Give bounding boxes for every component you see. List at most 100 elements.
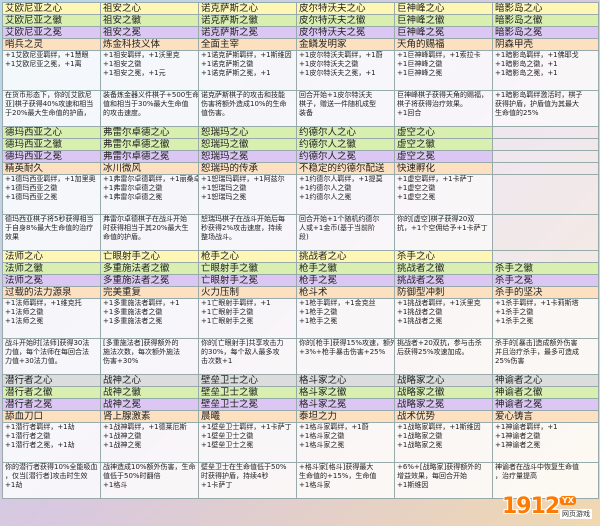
cell-line: 获得护盾，护盾值为其最大 — [495, 99, 579, 108]
desc-cell: 回合开始+1皮尔特沃夫 棋子，赠送一件随机成型 装备 — [296, 90, 395, 127]
trait-name: 全面主宰 — [198, 38, 297, 51]
item-name: 虚空之徽 — [394, 138, 493, 151]
desc-cell: 在货币形态下，你的[艾欧尼 亚]棋子获得40%攻速和相当 于20%最大生命值的护盾， — [2, 90, 101, 127]
logo-subtitle: 网页游戏 — [560, 509, 592, 519]
item-name: 战神之徽 — [100, 386, 199, 399]
stats-cell: +1巨神峰羁绊，+1索拉卡 +1巨神峰之徽 +1巨神峰之冕 — [394, 50, 493, 91]
cell-line: +1潜行者之冕，+1劫 — [5, 440, 75, 449]
trait-name: 火力压制 — [198, 286, 297, 299]
cell-line: +1格斗家 — [299, 480, 331, 489]
desc-cell: 战斗开始时[法师]获得30法 力值，每个法师在每回合法 力值+30法力值。 — [2, 338, 101, 375]
cell-line: +1弗雷尔卓德之徽 — [103, 183, 163, 192]
item-name: 约德尔人之冕 — [296, 150, 395, 163]
trait-name: 不稳定的约德尔配送 — [296, 162, 395, 175]
cell-line: 抗，+1个空佣给予+1卡萨丁 — [397, 223, 488, 232]
cell-line: +1挑战者之徽 — [397, 307, 443, 316]
cell-line: 整场战斗。 — [201, 232, 236, 241]
cell-line: +1潜行者羁绊，+1劫 — [5, 423, 75, 432]
trait-name: 恕瑞玛的传承 — [198, 162, 297, 175]
item-name — [492, 126, 599, 139]
trait-name: 完美重复 — [100, 286, 199, 299]
cell-line: +1巨神峰之徽 — [397, 59, 443, 68]
table-row-stats: +1法师羁绊，+1维克托 +1法师之徽 +1法师之冕 +1多重施法者羁绊，+1 +1多重… — [2, 298, 599, 339]
table-row-hdr: 德玛西亚之徽 弗雷尔卓德之徽 恕瑞玛之徽 约德尔人之徽 虚空之徽 — [2, 138, 599, 151]
item-name: 杀手之冕 — [492, 274, 599, 287]
cell-line: 神谕者在战斗中恢复生命值 — [495, 463, 579, 472]
stats-cell: +1战略家羁绊，+1斯维因 +1战略家之徽 +1战略家之冕 — [394, 422, 493, 463]
cell-line: +1诺克萨斯之徽 — [201, 59, 254, 68]
trait-name: 泰坦之力 — [296, 410, 395, 423]
desc-cell: 杀手的[暴击]造成额外伤害 并且治疗杀手，最多可造成 25%伤害 — [492, 338, 599, 375]
stats-cell: +1多重施法者羁绊，+1 +1多重施法者之徽 +1多重施法者之冕 — [100, 298, 199, 339]
item-name: 祖安之冕 — [100, 26, 199, 39]
cell-line: +1法师羁绊，+1维克托 — [5, 299, 82, 308]
trait-name: 哨兵之灵 — [2, 38, 101, 51]
desc-cell: 你的潜行者获得10%全能吸血 ，仅当[潜行者]攻击时生效 +1劫 — [2, 462, 101, 499]
cell-line: +1斯维因 — [397, 480, 429, 489]
cell-line: 力值，每个法师在每回合法 — [5, 347, 89, 356]
cell-line: +1格斗家之冕 — [299, 440, 345, 449]
cell-line: +3%+枪手暴击伤害+25% — [299, 347, 386, 356]
desc-cell: 装备炼金器义件棋子+500生命 值和相当于30%最大生命值 的攻击速度。 — [100, 90, 199, 127]
item-name: 祖安之徽 — [100, 14, 199, 27]
cell-line: +1法师之冕 — [5, 316, 44, 325]
cell-line: +1卡萨丁 — [201, 480, 233, 489]
item-name: 亡眼射手之冕 — [198, 274, 297, 287]
stats-cell: +1约德尔人羁绊，+1提莫 +1约德尔人之徽 +1约德尔人之冕 — [296, 174, 395, 215]
table-row-stats: +1德玛西亚羁绊，+1加里奥 +1德玛西亚之徽 +1德玛西亚之冕 +1弗雷尔卓德羁绊，… — [2, 174, 599, 215]
cell-line: 击次数+1 — [201, 356, 233, 365]
cell-line: 巨神峰棋子获得天角的赐福， — [397, 91, 488, 100]
desc-cell: 恕瑞玛棋子在战斗开始后每 秒获得2%攻击速度，持续 整场战斗。 — [198, 214, 297, 251]
cell-line: +1弗雷尔卓德羁绊，+1丽桑卓 — [103, 175, 199, 184]
cell-line: 施法次数，每次额外施法 — [103, 347, 180, 356]
item-name: 诺克萨斯之冕 — [198, 26, 297, 39]
cell-line: +1暗影岛羁绊，+1佛耶戈 — [495, 51, 579, 60]
stats-cell: +1皮尔特沃夫羁绊，+1蔚 +1皮尔特沃夫之徽 +1皮尔特沃夫之冕，+1 — [296, 50, 395, 91]
cell-line: +1神谕者之冕 — [495, 440, 541, 449]
cell-line: +1杀手之冕 — [495, 316, 534, 325]
cell-line: +1战神羁绊，+1德莱厄斯 — [103, 423, 187, 432]
trait-name: 战术优势 — [394, 410, 493, 423]
cell-line: +1皮尔特沃夫之冕，+1 — [299, 68, 376, 77]
trait-name: 精英耐久 — [2, 162, 101, 175]
cell-line: +1巨神峰羁绊，+1索拉卡 — [397, 51, 481, 60]
cell-line: 时获得护盾，持续4秒 — [201, 471, 269, 480]
cell-line: +1神谕者之徽 — [495, 431, 541, 440]
item-name: 法师之心 — [2, 250, 101, 263]
cell-line: 命值的护盾。 — [103, 232, 145, 241]
cell-line: 弗雷尔卓德棋子在战斗开始 — [103, 215, 187, 224]
cell-line: +1战神之冕 — [103, 440, 142, 449]
stats-cell: +1亡眼射手羁绊，+1 +1亡眼射手之徽 +1亡眼射手之冕 — [198, 298, 297, 339]
table-row-hdr: 德玛西亚之心 弗雷尔卓德之心 恕瑞玛之心 约德尔人之心 虚空之心 — [2, 126, 599, 139]
stats-cell: +1战神羁绊，+1德莱厄斯 +1战神之徽 +1战神之冕 — [100, 422, 199, 463]
trait-name: 爱心铸言 — [492, 410, 599, 423]
cell-line: +1格斗家羁绊，+1蔚 — [299, 423, 369, 432]
trait-name: 枪斗术 — [296, 286, 395, 299]
cell-line: 后获得25%攻速加成。 — [397, 347, 469, 356]
logo-number: 1912 — [502, 494, 560, 519]
cell-line: +1壁垒卫士之冕 — [201, 440, 254, 449]
cell-line: +1诺克萨斯之冕，+1 — [201, 68, 271, 77]
cell-line: 恕瑞玛棋子在战斗开始后每 — [201, 215, 285, 224]
cell-line: 效果 — [5, 232, 19, 241]
item-name: 壁垒卫士之冕 — [198, 398, 297, 411]
desc-cell: 战神造成10%额外伤害，生命 值低于50%时翻倍 +1格斗 — [100, 462, 199, 499]
cell-line: 战神造成10%额外伤害，生命 — [103, 463, 196, 472]
item-name: 法师之徽 — [2, 262, 101, 275]
cell-line: +1挑战者之冕 — [397, 316, 443, 325]
cell-line: +1祖安羁绊，+1沃里克 — [103, 51, 180, 60]
item-name: 格斗家之徽 — [296, 386, 395, 399]
item-name: 多重施法者之冕 — [100, 274, 199, 287]
cell-line: [多重施法者]获得额外的 — [103, 339, 179, 348]
cell-line: +1艾欧尼亚羁绊，+1慧眼 — [5, 51, 89, 60]
desc-cell: 巨神峰棋子获得天角的赐福， 棋子将获得治疗效果。 +1回合 — [394, 90, 493, 127]
cell-line: +1德玛西亚之冕 — [5, 192, 58, 201]
desc-cell: +格斗家[格斗]获得最大 生命值的+15%，生命值 +1格斗家 — [296, 462, 395, 499]
item-name: 枪手之心 — [198, 250, 297, 263]
table-row-hdr: 潜行者之徽 战神之徽 壁垒卫士之徽 格斗家之徽 战略家之徽 神谕者之徽 — [2, 386, 599, 399]
cell-line: +1潜行者之徽 — [5, 431, 51, 440]
cell-line: +1暗影岛之冕，+1 — [495, 68, 558, 77]
item-name: 战略家之徽 — [394, 386, 493, 399]
cell-line: +1约德尔人羁绊，+1提莫 — [299, 175, 383, 184]
cell-line: +1虚空羁绊，+1卡萨丁 — [397, 175, 474, 184]
